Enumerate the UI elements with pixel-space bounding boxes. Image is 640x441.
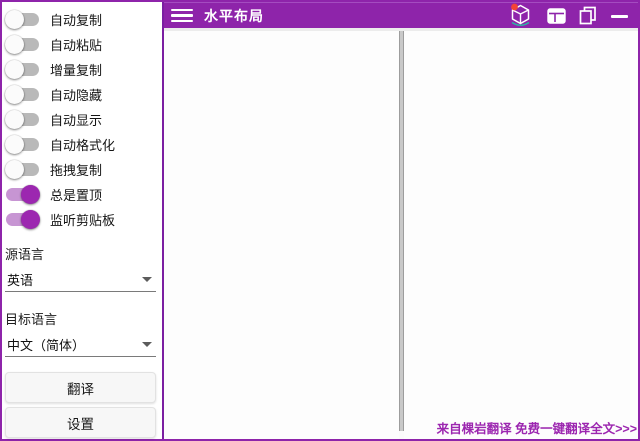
toggle-row: 自动粘贴 bbox=[5, 32, 156, 57]
toggle-row: 总是置顶 bbox=[5, 182, 156, 207]
toggle-list: 自动复制 自动粘贴 增量复制 自动隐藏 自动显示 自动格式化 拖拽复制 总是置顶… bbox=[5, 7, 156, 232]
page-title: 水平布局 bbox=[204, 6, 264, 26]
translate-button[interactable]: 翻译 bbox=[5, 372, 156, 403]
toggle-row: 自动格式化 bbox=[5, 132, 156, 157]
toggle-row: 自动隐藏 bbox=[5, 82, 156, 107]
right-text-pane[interactable] bbox=[404, 31, 639, 439]
main-area: 水平布局 bbox=[164, 2, 638, 439]
toggle-label: 自动粘贴 bbox=[50, 35, 102, 54]
switch-knob bbox=[5, 35, 24, 54]
toggle-row: 增量复制 bbox=[5, 57, 156, 82]
app-cube-icon[interactable] bbox=[507, 3, 534, 29]
toggle-auto-format[interactable] bbox=[6, 138, 39, 151]
switch-knob bbox=[5, 85, 24, 104]
app-window: 自动复制 自动粘贴 增量复制 自动隐藏 自动显示 自动格式化 拖拽复制 总是置顶… bbox=[0, 0, 640, 441]
menu-icon[interactable] bbox=[171, 9, 193, 23]
minimize-icon[interactable] bbox=[610, 7, 629, 25]
toggle-clipboard-listen[interactable] bbox=[6, 213, 39, 226]
settings-button[interactable]: 设置 bbox=[5, 407, 156, 438]
toggle-auto-hide[interactable] bbox=[6, 88, 39, 101]
source-language-select[interactable]: 英语 bbox=[5, 270, 156, 292]
toggle-label: 增量复制 bbox=[50, 60, 102, 79]
toggle-label: 自动复制 bbox=[50, 10, 102, 29]
switch-knob bbox=[5, 160, 24, 179]
switch-knob bbox=[21, 185, 40, 204]
toggle-label: 拖拽复制 bbox=[50, 160, 102, 179]
switch-knob bbox=[21, 210, 40, 229]
toggle-drag-copy[interactable] bbox=[6, 163, 39, 176]
sidebar-buttons: 翻译 设置 bbox=[5, 372, 156, 441]
promo-link[interactable]: 来自棵岩翻译 免费一键翻译全文>>> bbox=[437, 418, 637, 437]
toggle-row: 拖拽复制 bbox=[5, 157, 156, 182]
source-language-label: 源语言 bbox=[5, 244, 156, 263]
switch-knob bbox=[5, 110, 24, 129]
toggle-row: 自动复制 bbox=[5, 7, 156, 32]
layout-icon[interactable] bbox=[547, 8, 566, 24]
toggle-row: 自动显示 bbox=[5, 107, 156, 132]
content-split: 来自棵岩翻译 免费一键翻译全文>>> bbox=[164, 28, 638, 439]
titlebar: 水平布局 bbox=[164, 2, 638, 28]
toggle-label: 自动显示 bbox=[50, 110, 102, 129]
toggle-auto-paste[interactable] bbox=[6, 38, 39, 51]
toggle-auto-show[interactable] bbox=[6, 113, 39, 126]
copy-icon[interactable] bbox=[579, 6, 597, 25]
toggle-label: 监听剪贴板 bbox=[50, 210, 115, 229]
toggle-row: 监听剪贴板 bbox=[5, 207, 156, 232]
left-text-pane[interactable] bbox=[164, 31, 399, 439]
switch-knob bbox=[5, 60, 24, 79]
source-language-value: 英语 bbox=[7, 270, 33, 289]
toggle-auto-copy[interactable] bbox=[6, 13, 39, 26]
target-language-select[interactable]: 中文（简体） bbox=[5, 335, 156, 357]
chevron-down-icon bbox=[142, 342, 152, 347]
chevron-down-icon bbox=[142, 277, 152, 282]
switch-knob bbox=[5, 10, 24, 29]
toggle-label: 自动格式化 bbox=[50, 135, 115, 154]
toggle-incremental-copy[interactable] bbox=[6, 63, 39, 76]
target-language-label: 目标语言 bbox=[5, 309, 156, 328]
toggle-label: 总是置顶 bbox=[50, 185, 102, 204]
toggle-always-on-top[interactable] bbox=[6, 188, 39, 201]
switch-knob bbox=[5, 135, 24, 154]
toggle-label: 自动隐藏 bbox=[50, 85, 102, 104]
target-language-value: 中文（简体） bbox=[7, 335, 85, 354]
sidebar: 自动复制 自动粘贴 增量复制 自动隐藏 自动显示 自动格式化 拖拽复制 总是置顶… bbox=[2, 2, 164, 439]
